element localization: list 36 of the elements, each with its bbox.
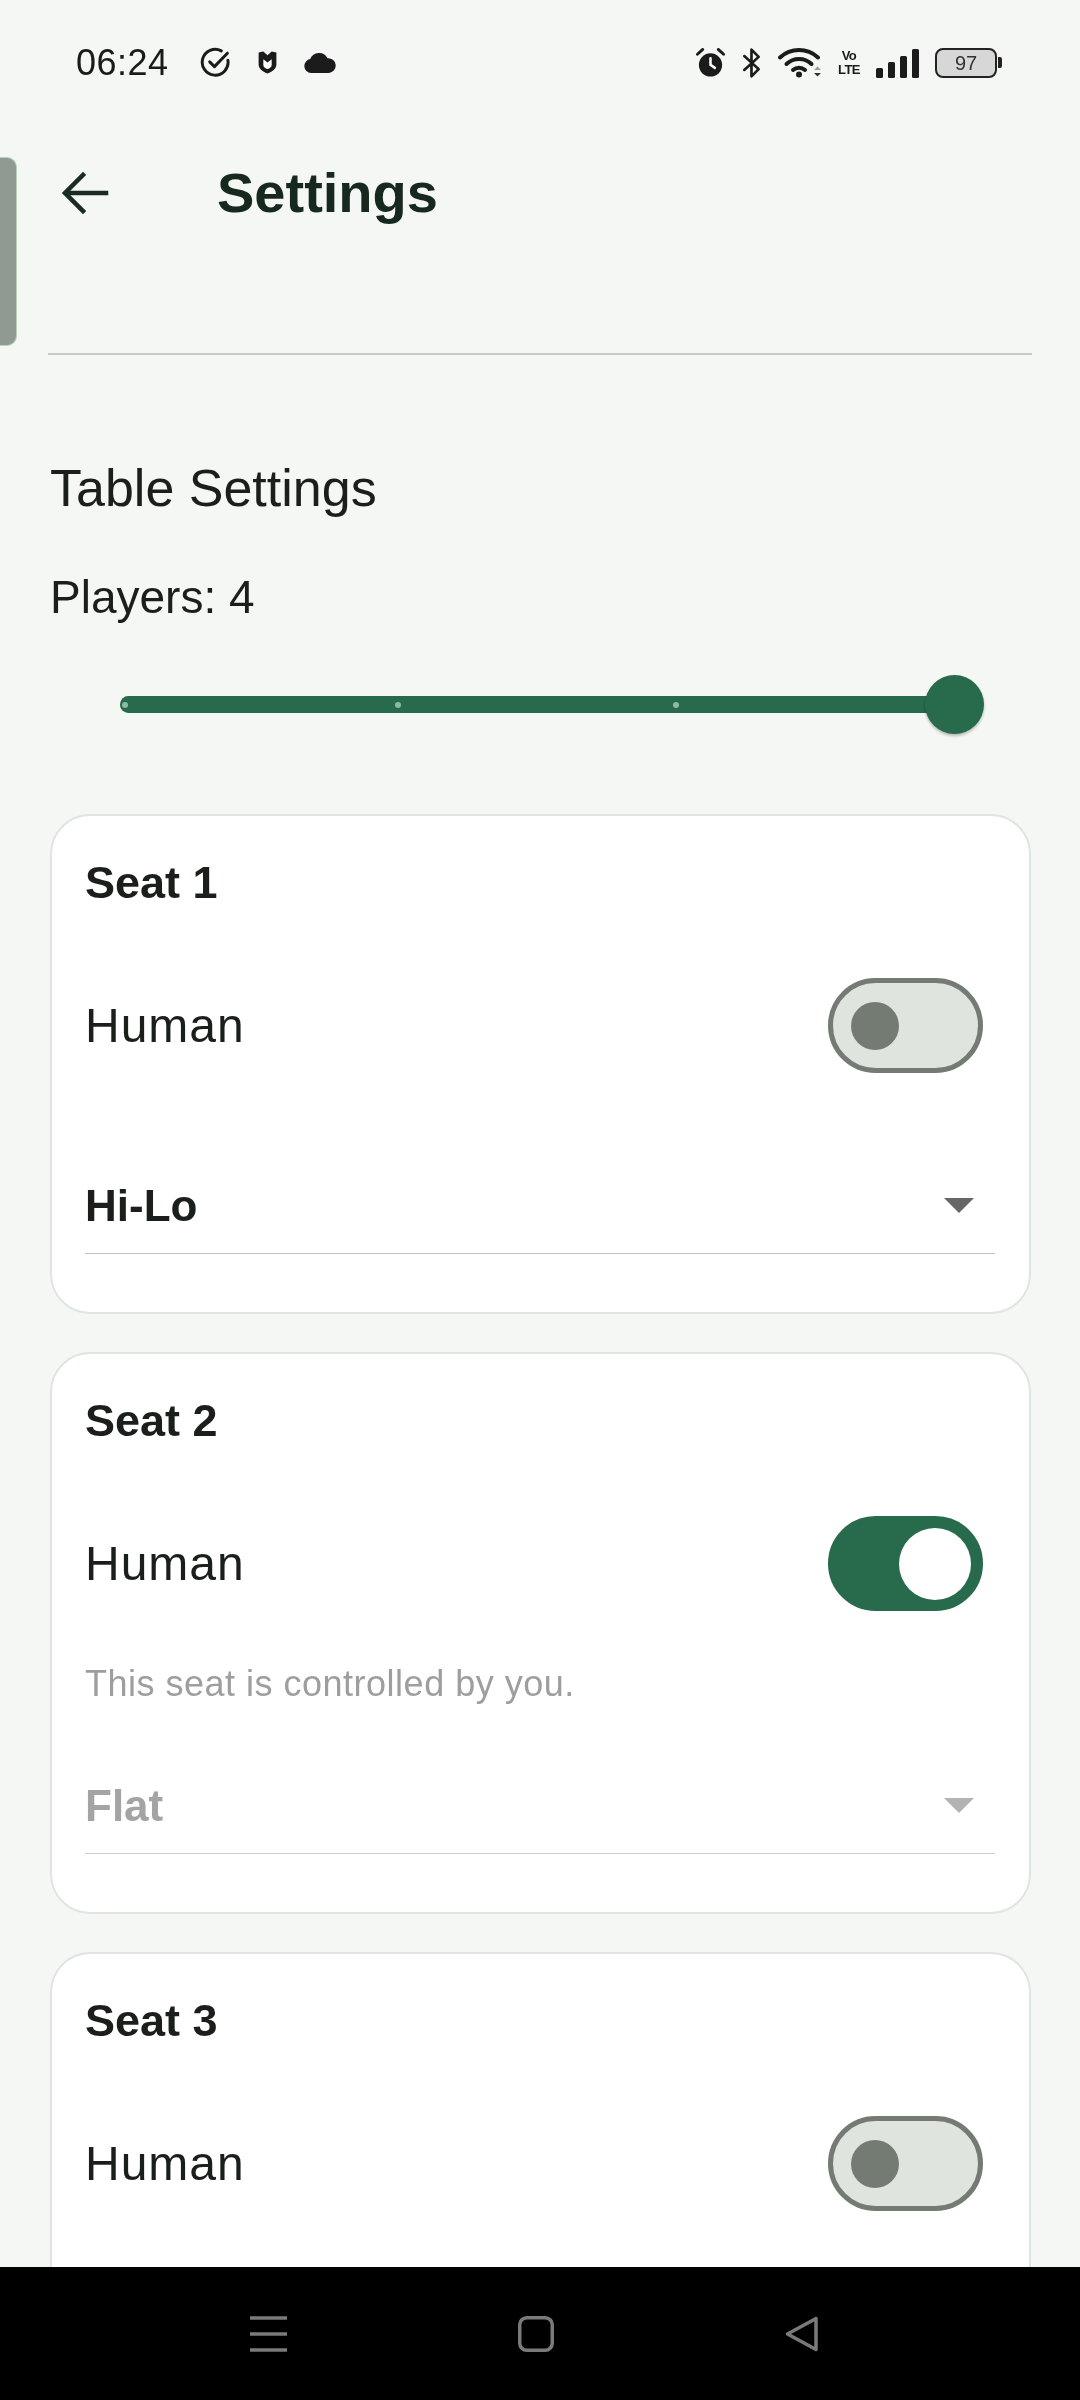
cloud-icon [303,52,336,73]
arrow-left-icon [61,169,109,217]
triangle-icon[interactable] [785,2315,818,2352]
menu-icon[interactable] [250,2315,287,2352]
switch-knob [851,1001,899,1050]
signal-icon [876,47,919,78]
status-time: 06:24 [76,42,169,83]
section-title: Table Settings [50,458,378,518]
seat-title: Seat 2 [85,1396,219,1446]
toggle-label: Human [85,1535,245,1592]
seat-title: Seat 1 [85,858,219,908]
switch-knob [851,2139,899,2188]
shield-icon [256,51,278,74]
helper-text: This seat is controlled by you. [85,1664,576,1704]
players-label: Players: 4 [50,570,256,625]
tick-dot-icon [122,701,128,708]
toggle-label: Human [85,997,245,1054]
dropdown-field[interactable]: Hi-Lo [85,1164,995,1254]
seat-title: Seat 3 [85,1996,219,2046]
network-type-text: Vo [841,48,857,63]
edge-handle[interactable] [0,157,17,346]
page-title: Settings [217,161,438,225]
bluetooth-icon [741,46,762,79]
toggle-label: Human [85,2135,245,2192]
wifi-icon [777,47,822,78]
slider-thumb[interactable] [924,675,984,734]
back-button[interactable] [61,169,109,217]
network-type-text: LTE [837,62,860,77]
tick-dot-icon [395,701,401,708]
square-icon[interactable] [518,2315,554,2352]
battery-percent: 97 [954,51,978,74]
caret-icon [944,1198,974,1213]
check-circle-icon [199,47,231,78]
alarm-clock-icon [694,47,726,78]
tick-dot-icon [673,701,679,708]
caret-icon [944,1798,974,1813]
